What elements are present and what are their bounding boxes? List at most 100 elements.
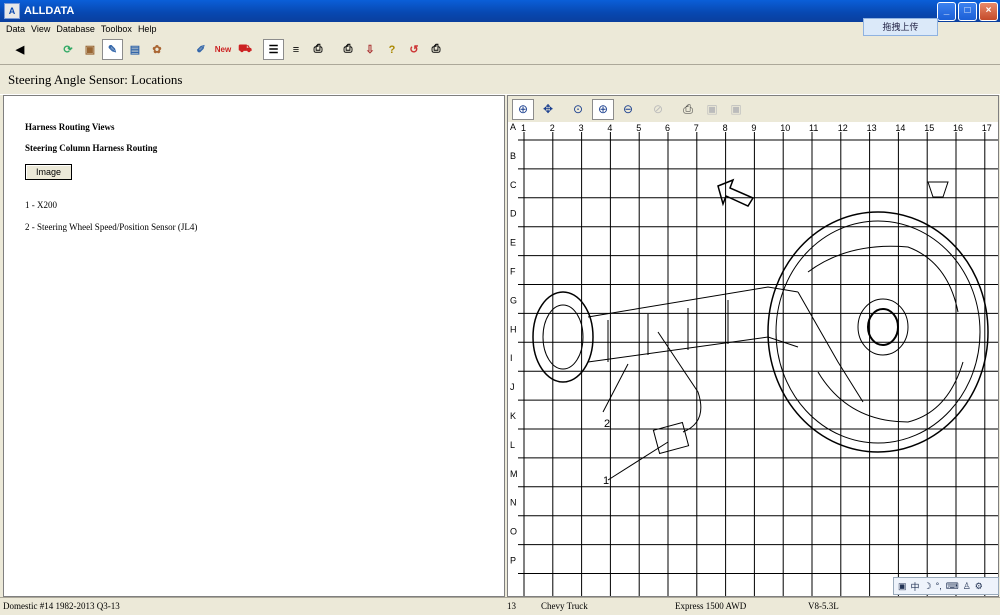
list-view-icon[interactable]: ☰ <box>263 39 284 60</box>
vehicle-icon[interactable]: ▣ <box>80 40 100 60</box>
grid-column-label: 8 <box>723 123 728 133</box>
title-bar: A ALLDATA _ □ × <box>0 0 1000 22</box>
grid-column-label: 16 <box>953 123 963 133</box>
main-toolbar: ◀ ⟳ ▣ ✎ ▤ ✿ ✐ New ⛟ ☰ ≡ ⎙ ⎙ ⇩ ? ↺ ⎙ <box>0 37 1000 62</box>
ime-punct-icon[interactable]: °, <box>936 581 942 591</box>
grid-row-label: K <box>510 411 516 421</box>
window-controls: _ □ × <box>937 2 998 21</box>
status-model: Express 1500 AWD <box>675 601 747 611</box>
zoom-fit-icon[interactable]: ⊙ <box>568 100 588 119</box>
grid-row-label: M <box>510 469 518 479</box>
grid-row-label: A <box>510 122 516 132</box>
grid-row-label: G <box>510 295 517 305</box>
car-select-icon[interactable]: ⛟ <box>235 40 255 60</box>
print-icon[interactable]: ⎙ <box>338 40 358 60</box>
close-button[interactable]: × <box>979 2 998 21</box>
image-button[interactable]: Image <box>25 164 72 180</box>
location-diagram: 1 2 3 4 5 6 7 8 9 10 11 12 13 14 15 16 17 ABCDEFGHIJKLMN… <box>510 122 998 596</box>
status-engine: V8-5.3L <box>808 601 839 611</box>
grid-column-label: 12 <box>838 123 848 133</box>
grid-column-label: 7 <box>694 123 699 133</box>
menu-help[interactable]: Help <box>138 24 157 34</box>
grid-column-label: 1 <box>521 123 526 133</box>
grid-row-label: F <box>510 267 516 277</box>
menu-bar: Data View Database Toolbox Help <box>0 22 1000 36</box>
info-icon[interactable]: ? <box>382 40 402 60</box>
grid-row-label: C <box>510 180 517 190</box>
zoom-in-tool-icon[interactable]: ⊕ <box>512 98 534 120</box>
grid-column-label: 6 <box>665 123 670 133</box>
alldata-app-icon: A <box>4 3 20 19</box>
minimize-button[interactable]: _ <box>937 2 956 21</box>
grid-column-label: 17 <box>982 123 992 133</box>
menu-database[interactable]: Database <box>56 24 95 34</box>
previous-image-icon[interactable]: ▣ <box>702 100 722 119</box>
grid-column-label: 5 <box>636 123 641 133</box>
labor-icon[interactable]: ✿ <box>147 40 167 60</box>
zoom-in-icon[interactable]: ⊕ <box>592 98 614 120</box>
grid-column-label: 13 <box>867 123 877 133</box>
new-car-icon[interactable]: New <box>213 40 233 60</box>
ime-keyboard-icon[interactable]: ⌨ <box>946 581 959 592</box>
grid-row-label: P <box>510 556 516 566</box>
image-viewer: ⊕ ✥ ⊙ ⊕ ⊖ ⊘ ⎙ ▣ ▣ 1 2 3 4 5 6 7 8 9 10 11 12 13 14 15 1… <box>507 95 999 597</box>
grid-row-label: I <box>510 353 513 363</box>
refresh-icon[interactable]: ⟳ <box>58 40 78 60</box>
grid-column-label: 14 <box>895 123 905 133</box>
history-icon[interactable]: ↺ <box>404 40 424 60</box>
printer-setup-icon[interactable]: ⎙ <box>426 40 446 60</box>
grid-row-label: N <box>510 498 517 508</box>
grid-column-label: 3 <box>579 123 584 133</box>
grid-column-label: 10 <box>780 123 790 133</box>
next-image-icon[interactable]: ▣ <box>726 100 746 119</box>
search-tool-icon[interactable]: ✎ <box>102 39 123 60</box>
page-title: Steering Angle Sensor: Locations <box>8 72 183 87</box>
grid-row-label: O <box>510 527 517 537</box>
menu-toolbox[interactable]: Toolbox <box>101 24 132 34</box>
grid-row-label: H <box>510 324 517 334</box>
column-harness-heading: Steering Column Harness Routing <box>25 143 158 153</box>
article-pane: Harness Routing Views Steering Column Ha… <box>3 95 505 597</box>
ime-mode-icon[interactable]: ▣ <box>898 581 907 592</box>
grid-row-label: J <box>510 382 515 392</box>
status-bar: Domestic #14 1982-2013 Q3-13 13 Chevy Tr… <box>0 597 1000 615</box>
grid-column-label: 4 <box>607 123 612 133</box>
grid-row-label: E <box>510 238 516 248</box>
ime-toolbar: ▣ 中 ☽ °, ⌨ ♙ ⚙ <box>893 577 999 595</box>
zoom-out-icon[interactable]: ⊖ <box>618 100 638 119</box>
status-make: Chevy Truck <box>541 601 588 611</box>
text-view-icon[interactable]: ≡ <box>286 40 306 60</box>
list-item: 2 - Steering Wheel Speed/Position Sensor… <box>25 222 198 232</box>
save-icon[interactable]: ⇩ <box>360 40 380 60</box>
callout-1: 1 <box>603 475 609 487</box>
maximize-button[interactable]: □ <box>958 2 977 21</box>
page-header: Steering Angle Sensor: Locations <box>0 64 1000 95</box>
grid-column-label: 9 <box>751 123 756 133</box>
viewer-toolbar: ⊕ ✥ ⊙ ⊕ ⊖ ⊘ ⎙ ▣ ▣ <box>508 96 998 122</box>
pan-icon[interactable]: ✥ <box>538 100 558 119</box>
window-title: ALLDATA <box>24 5 75 17</box>
ime-moon-icon[interactable]: ☽ <box>924 581 932 592</box>
status-code: 13 <box>507 601 516 611</box>
zoom-reset-icon[interactable]: ⊘ <box>648 100 668 119</box>
menu-data[interactable]: Data <box>6 24 25 34</box>
component-icon[interactable]: ▤ <box>125 40 145 60</box>
steering-column-drawing <box>532 178 989 481</box>
ime-user-icon[interactable]: ♙ <box>963 581 971 592</box>
grid-row-label: L <box>510 440 515 450</box>
grid-row-label: D <box>510 209 517 219</box>
menu-view[interactable]: View <box>31 24 50 34</box>
status-database: Domestic #14 1982-2013 Q3-13 <box>3 601 120 611</box>
grid-column-label: 2 <box>550 123 555 133</box>
print-image-icon[interactable]: ⎙ <box>678 100 698 119</box>
harness-heading: Harness Routing Views <box>25 122 115 132</box>
callout-2: 2 <box>604 418 610 430</box>
list-item: 1 - X200 <box>25 200 57 210</box>
back-arrow-icon[interactable]: ◀ <box>10 40 30 60</box>
ime-settings-icon[interactable]: ⚙ <box>975 581 983 592</box>
grid-row-label: B <box>510 151 516 161</box>
camera-icon[interactable]: ⎙ <box>308 40 328 60</box>
ime-chinese-label[interactable]: 中 <box>911 580 920 593</box>
grid-column-label: 15 <box>924 123 934 133</box>
spec-icon[interactable]: ✐ <box>191 40 211 60</box>
